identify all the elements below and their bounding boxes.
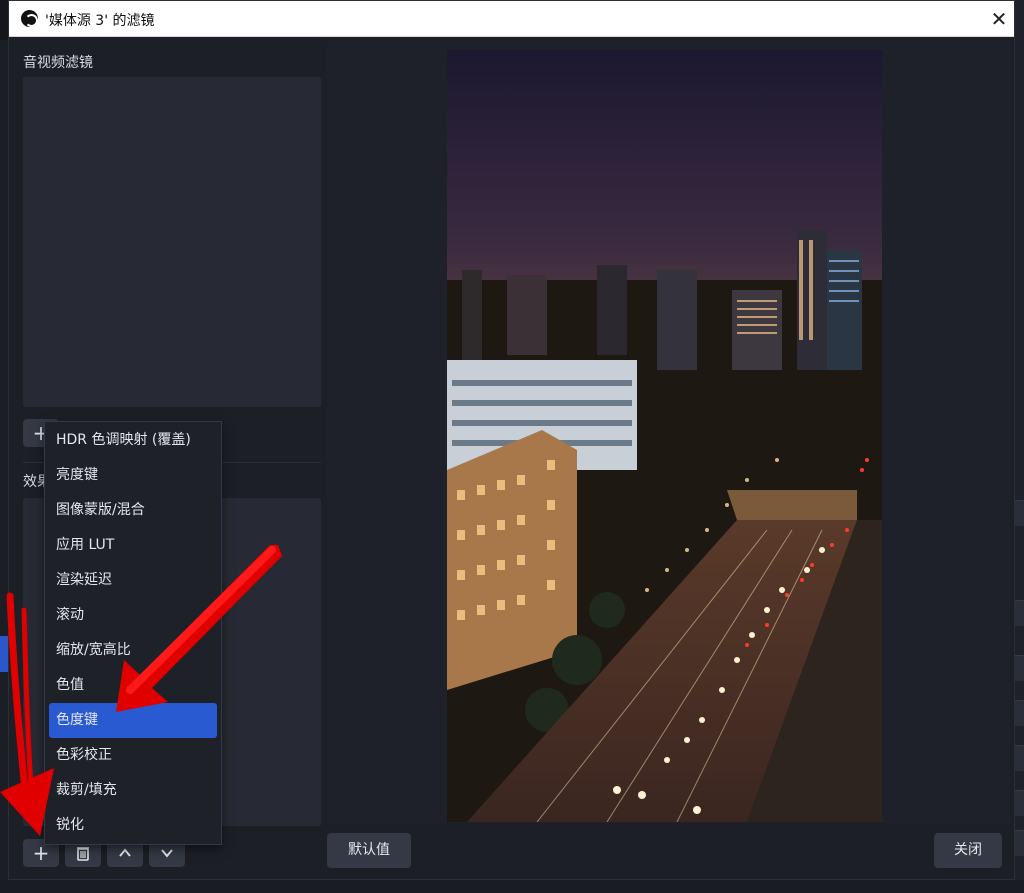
- background-panel-row: [1014, 600, 1024, 626]
- dialog-title: '媒体源 3' 的滤镜: [45, 13, 155, 29]
- city-night-image: [447, 50, 882, 822]
- background-panel-row: [1014, 830, 1024, 856]
- obs-logo-icon: [21, 10, 38, 27]
- close-button[interactable]: 关闭: [934, 833, 1002, 868]
- av-filters-list[interactable]: [23, 77, 321, 407]
- background-right-panel: [1014, 0, 1024, 893]
- chevron-down-icon: [161, 849, 173, 858]
- menu-item-luma-key[interactable]: 亮度键: [45, 458, 221, 493]
- dialog-titlebar: '媒体源 3' 的滤镜 ✕: [9, 1, 1014, 37]
- source-preview-image: [447, 50, 882, 822]
- menu-item-hdr-tone-mapping[interactable]: HDR 色调映射 (覆盖): [45, 423, 221, 458]
- menu-item-color-correction[interactable]: 色彩校正: [45, 738, 221, 773]
- background-panel-row: [1014, 745, 1024, 771]
- background-left-panel: [0, 40, 8, 880]
- background-panel-row: [1014, 500, 1024, 526]
- background-panel-row: [1014, 655, 1024, 681]
- menu-item-render-delay[interactable]: 渲染延迟: [45, 563, 221, 598]
- menu-item-scaling-aspect-ratio[interactable]: 缩放/宽高比: [45, 633, 221, 668]
- menu-item-color-key[interactable]: 色值: [45, 668, 221, 703]
- add-filter-menu: HDR 色调映射 (覆盖) 亮度键 图像蒙版/混合 应用 LUT 渲染延迟 滚动…: [44, 421, 222, 845]
- trash-icon: [77, 847, 89, 861]
- defaults-button[interactable]: 默认值: [327, 833, 411, 868]
- menu-item-crop-pad[interactable]: 裁剪/填充: [45, 773, 221, 808]
- close-icon[interactable]: ✕: [987, 7, 1011, 31]
- background-status-bar: [0, 880, 1024, 893]
- chevron-up-icon: [119, 848, 131, 857]
- background-panel-row: [1014, 700, 1024, 726]
- background-panel-row: [1014, 790, 1024, 816]
- menu-item-chroma-key[interactable]: 色度键: [49, 703, 217, 738]
- menu-item-sharpen[interactable]: 锐化: [45, 808, 221, 843]
- background-selected-row: [0, 636, 8, 672]
- menu-item-apply-lut[interactable]: 应用 LUT: [45, 528, 221, 563]
- menu-item-image-mask-blend[interactable]: 图像蒙版/混合: [45, 493, 221, 528]
- menu-item-scroll[interactable]: 滚动: [45, 598, 221, 633]
- av-filters-label: 音视频滤镜: [23, 55, 93, 71]
